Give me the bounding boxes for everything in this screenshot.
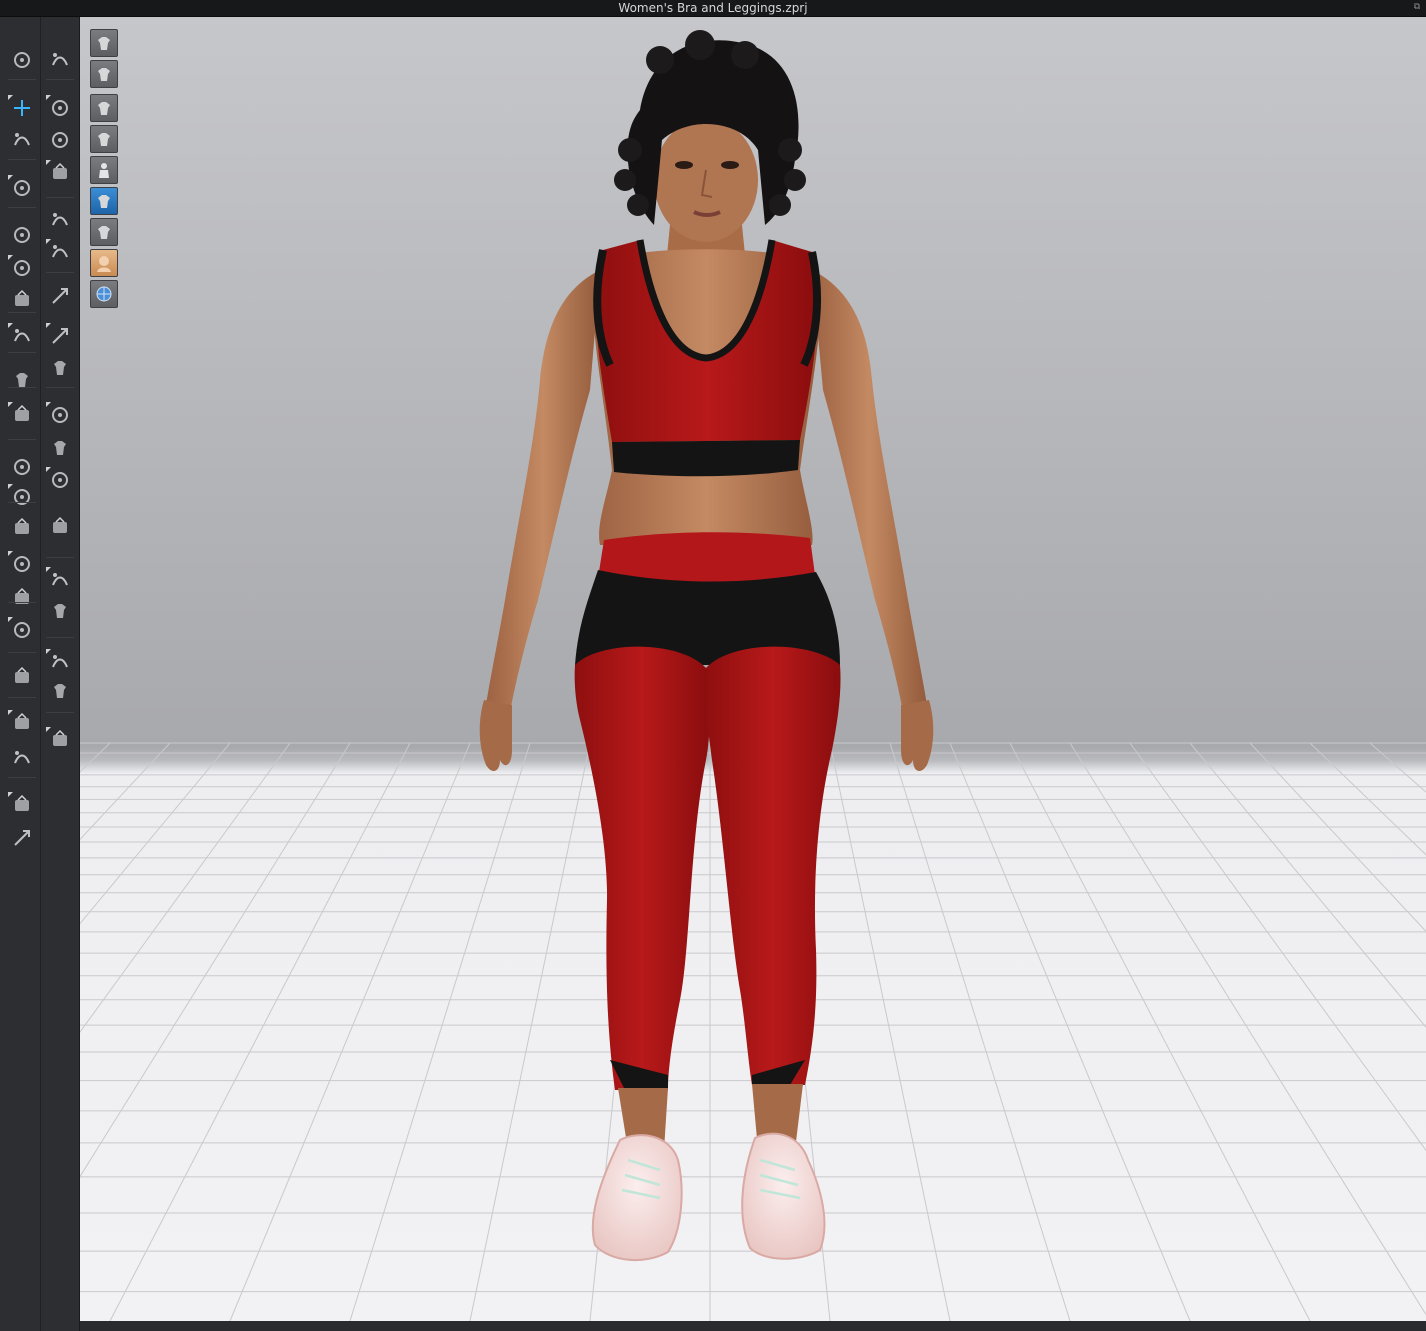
unfold-icon[interactable] — [8, 551, 36, 577]
toolbar-separator — [46, 79, 74, 80]
viewport-frame-bottom — [80, 1321, 1426, 1331]
texture-icon[interactable] — [46, 323, 74, 349]
toolbar-separator — [46, 557, 74, 558]
arrangement-point-icon[interactable] — [8, 585, 36, 611]
split-icon[interactable] — [46, 727, 74, 753]
avatar-visible-icon[interactable] — [90, 156, 118, 184]
garment-fit-icon[interactable] — [8, 175, 36, 201]
left-hand — [479, 700, 512, 772]
measure-icon[interactable] — [46, 239, 74, 265]
brush-icon[interactable] — [46, 95, 74, 121]
left-shoe — [591, 1134, 683, 1262]
avatar-pose-icon[interactable] — [8, 617, 36, 643]
fabric-icon[interactable] — [46, 283, 74, 309]
head-face — [654, 118, 758, 242]
sewing-icon[interactable] — [8, 222, 36, 248]
shape-large-icon[interactable] — [46, 678, 74, 704]
segment-sewing-icon[interactable] — [8, 255, 36, 281]
lock-button-icon[interactable] — [46, 467, 74, 493]
pin-icon[interactable] — [8, 367, 36, 393]
hair-visible-icon[interactable] — [90, 187, 118, 215]
leggings-left-leg — [574, 646, 710, 1090]
grid-visible-icon[interactable] — [90, 280, 118, 308]
fold-arrangement-icon[interactable] — [8, 454, 36, 480]
toolbar-separator — [8, 652, 36, 653]
3d-viewport[interactable] — [80, 17, 1426, 1321]
viewport-control-bar — [90, 29, 118, 311]
toolbar-separator — [46, 637, 74, 638]
left-toolbar — [0, 17, 80, 1331]
strengthen-icon[interactable] — [8, 825, 36, 851]
shape-icon[interactable] — [46, 649, 74, 675]
window-title: Women's Bra and Leggings.zprj — [618, 1, 808, 15]
toolbar-separator — [8, 439, 36, 440]
free-sewing-icon[interactable] — [8, 287, 36, 313]
fitting-icon[interactable] — [46, 355, 74, 381]
toolbar-separator — [46, 387, 74, 388]
restore-window-icon[interactable]: ⧉ — [1412, 2, 1422, 12]
render-view-icon[interactable] — [90, 29, 118, 57]
window-titlebar: Women's Bra and Leggings.zprj ⧉ — [0, 0, 1426, 17]
left-eye — [675, 161, 693, 169]
puckering-icon[interactable] — [46, 127, 74, 153]
transform-pattern-icon[interactable] — [8, 95, 36, 121]
toolbar-separator — [8, 502, 36, 503]
symmetry-icon[interactable] — [8, 515, 36, 541]
shrinkage-icon[interactable] — [46, 160, 74, 186]
line-icon[interactable] — [46, 207, 74, 233]
avatar-model[interactable] — [80, 17, 1426, 1321]
simulation-icon[interactable] — [8, 47, 36, 73]
right-hand — [901, 700, 934, 772]
leggings-right-leg — [705, 646, 841, 1085]
select-mesh-icon[interactable] — [8, 127, 36, 153]
toolbar-separator — [8, 777, 36, 778]
right-shoe — [741, 1132, 826, 1260]
buttonhole-icon[interactable] — [46, 435, 74, 461]
toolbar-separator — [8, 352, 36, 353]
layer-icon[interactable] — [8, 792, 36, 818]
toolbar-separator — [8, 207, 36, 208]
walking-icon[interactable] — [46, 47, 74, 73]
tack-icon[interactable] — [8, 323, 36, 349]
bra-underband — [612, 440, 800, 477]
face-visible-icon[interactable] — [90, 249, 118, 277]
pattern-flatten-icon[interactable] — [8, 664, 36, 690]
toolbar-separator — [46, 197, 74, 198]
right-eye — [721, 161, 739, 169]
garment-visible-icon[interactable] — [90, 94, 118, 122]
ruler-icon[interactable] — [8, 745, 36, 771]
avatar-measure-icon[interactable] — [8, 484, 36, 510]
toolbar-separator — [8, 387, 36, 388]
needle-icon[interactable] — [8, 402, 36, 428]
texture-visible-icon[interactable] — [90, 125, 118, 153]
shirt-view-icon[interactable] — [90, 60, 118, 88]
box-large-icon[interactable] — [46, 598, 74, 624]
toolbar-separator — [8, 602, 36, 603]
tape-icon[interactable] — [8, 710, 36, 736]
toolbar-separator — [46, 712, 74, 713]
button-icon[interactable] — [46, 402, 74, 428]
toolbar-separator — [8, 312, 36, 313]
shoes-visible-icon[interactable] — [90, 218, 118, 246]
box-icon[interactable] — [46, 567, 74, 593]
toolbar-separator — [46, 272, 74, 273]
zipper-icon[interactable] — [46, 514, 74, 540]
toolbar-separator — [8, 79, 36, 80]
toolbar-separator — [8, 159, 36, 160]
toolbar-separator — [8, 697, 36, 698]
toolbar-divider — [40, 17, 41, 1331]
